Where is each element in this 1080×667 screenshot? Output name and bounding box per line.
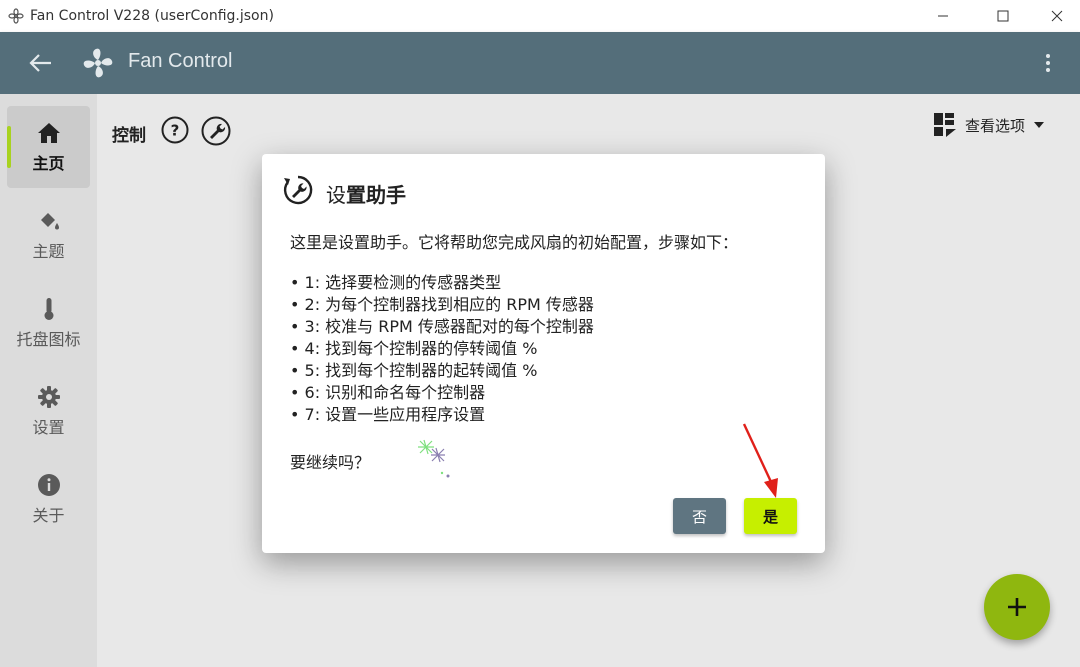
list-item: • 3: 校准与 RPM 传感器配对的每个控制器	[290, 317, 594, 336]
wrench-cycle-icon	[282, 174, 314, 206]
steps-list: • 1: 选择要检测的传感器类型 • 2: 为每个控制器找到相应的 RPM 传感…	[290, 272, 594, 426]
list-item: • 4: 找到每个控制器的停转阈值 %	[290, 339, 538, 358]
maximize-button[interactable]	[978, 0, 1028, 32]
arrow-left-icon	[29, 54, 51, 72]
back-button[interactable]	[26, 49, 56, 77]
yes-button[interactable]: 是	[744, 498, 797, 534]
setup-wizard-dialog: 设置助手 这里是设置助手。它将帮助您完成风扇的初始配置，步骤如下： • 1: 选…	[262, 154, 825, 553]
fan-app-icon	[8, 8, 24, 24]
fan-icon	[80, 46, 116, 80]
red-arrow-annotation	[742, 423, 778, 498]
dialog-title-prefix: 设	[326, 183, 346, 207]
no-button[interactable]: 否	[673, 498, 726, 534]
close-window-button[interactable]	[1032, 0, 1080, 32]
app-title: Fan Control	[128, 50, 233, 72]
list-item: • 5: 找到每个控制器的起转阈值 %	[290, 361, 538, 380]
list-item: • 1: 选择要检测的传感器类型	[290, 273, 502, 292]
window-titlebar: Fan Control V228 (userConfig.json)	[0, 0, 1080, 32]
list-item: • 2: 为每个控制器找到相应的 RPM 传感器	[290, 295, 594, 314]
dialog-intro: 这里是设置助手。它将帮助您完成风扇的初始配置，步骤如下：	[290, 233, 739, 252]
minimize-button[interactable]	[918, 0, 968, 32]
list-item: • 7: 设置一些应用程序设置	[290, 405, 486, 424]
list-item: • 6: 识别和命名每个控制器	[290, 383, 486, 402]
window-title: Fan Control V228 (userConfig.json)	[30, 8, 274, 24]
sparkle-decoration	[414, 436, 466, 482]
app-header: Fan Control	[0, 32, 1080, 94]
more-vertical-icon[interactable]	[1036, 50, 1060, 76]
dialog-question: 要继续吗？	[290, 453, 371, 472]
dialog-title-rest: 置助手	[346, 183, 406, 207]
dialog-title: 设置助手	[326, 179, 406, 208]
